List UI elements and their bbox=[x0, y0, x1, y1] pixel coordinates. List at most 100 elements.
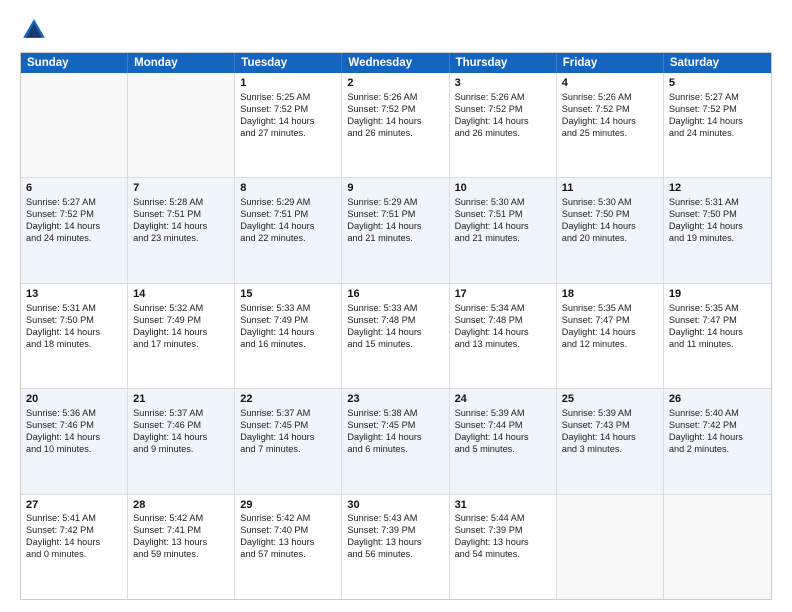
day-cell-8: 8Sunrise: 5:29 AMSunset: 7:51 PMDaylight… bbox=[235, 178, 342, 282]
calendar-body: 1Sunrise: 5:25 AMSunset: 7:52 PMDaylight… bbox=[21, 73, 771, 599]
day-cell-2: 2Sunrise: 5:26 AMSunset: 7:52 PMDaylight… bbox=[342, 73, 449, 177]
day-info: Sunrise: 5:34 AMSunset: 7:48 PMDaylight:… bbox=[455, 303, 551, 351]
day-info: Sunrise: 5:27 AMSunset: 7:52 PMDaylight:… bbox=[669, 92, 766, 140]
day-info: Sunrise: 5:33 AMSunset: 7:49 PMDaylight:… bbox=[240, 303, 336, 351]
day-number: 26 bbox=[669, 392, 766, 407]
day-number: 9 bbox=[347, 181, 443, 196]
day-info: Sunrise: 5:35 AMSunset: 7:47 PMDaylight:… bbox=[562, 303, 658, 351]
day-info: Sunrise: 5:26 AMSunset: 7:52 PMDaylight:… bbox=[562, 92, 658, 140]
day-info: Sunrise: 5:39 AMSunset: 7:44 PMDaylight:… bbox=[455, 408, 551, 456]
day-cell-7: 7Sunrise: 5:28 AMSunset: 7:51 PMDaylight… bbox=[128, 178, 235, 282]
day-number: 28 bbox=[133, 498, 229, 513]
day-info: Sunrise: 5:28 AMSunset: 7:51 PMDaylight:… bbox=[133, 197, 229, 245]
day-cell-26: 26Sunrise: 5:40 AMSunset: 7:42 PMDayligh… bbox=[664, 389, 771, 493]
header-day-thursday: Thursday bbox=[450, 53, 557, 73]
calendar: SundayMondayTuesdayWednesdayThursdayFrid… bbox=[20, 52, 772, 600]
header-day-tuesday: Tuesday bbox=[235, 53, 342, 73]
day-info: Sunrise: 5:29 AMSunset: 7:51 PMDaylight:… bbox=[347, 197, 443, 245]
day-cell-1: 1Sunrise: 5:25 AMSunset: 7:52 PMDaylight… bbox=[235, 73, 342, 177]
header bbox=[20, 16, 772, 44]
day-number: 1 bbox=[240, 76, 336, 91]
day-number: 16 bbox=[347, 287, 443, 302]
day-info: Sunrise: 5:29 AMSunset: 7:51 PMDaylight:… bbox=[240, 197, 336, 245]
day-cell-11: 11Sunrise: 5:30 AMSunset: 7:50 PMDayligh… bbox=[557, 178, 664, 282]
day-number: 8 bbox=[240, 181, 336, 196]
day-cell-17: 17Sunrise: 5:34 AMSunset: 7:48 PMDayligh… bbox=[450, 284, 557, 388]
day-info: Sunrise: 5:30 AMSunset: 7:50 PMDaylight:… bbox=[562, 197, 658, 245]
day-number: 27 bbox=[26, 498, 122, 513]
day-cell-25: 25Sunrise: 5:39 AMSunset: 7:43 PMDayligh… bbox=[557, 389, 664, 493]
day-cell-24: 24Sunrise: 5:39 AMSunset: 7:44 PMDayligh… bbox=[450, 389, 557, 493]
day-number: 5 bbox=[669, 76, 766, 91]
day-number: 29 bbox=[240, 498, 336, 513]
logo bbox=[20, 16, 52, 44]
day-cell-18: 18Sunrise: 5:35 AMSunset: 7:47 PMDayligh… bbox=[557, 284, 664, 388]
day-info: Sunrise: 5:42 AMSunset: 7:41 PMDaylight:… bbox=[133, 513, 229, 561]
day-number: 13 bbox=[26, 287, 122, 302]
calendar-row: 13Sunrise: 5:31 AMSunset: 7:50 PMDayligh… bbox=[21, 283, 771, 388]
day-info: Sunrise: 5:37 AMSunset: 7:45 PMDaylight:… bbox=[240, 408, 336, 456]
header-day-saturday: Saturday bbox=[664, 53, 771, 73]
day-cell-15: 15Sunrise: 5:33 AMSunset: 7:49 PMDayligh… bbox=[235, 284, 342, 388]
day-cell-29: 29Sunrise: 5:42 AMSunset: 7:40 PMDayligh… bbox=[235, 495, 342, 599]
day-number: 31 bbox=[455, 498, 551, 513]
day-info: Sunrise: 5:33 AMSunset: 7:48 PMDaylight:… bbox=[347, 303, 443, 351]
day-number: 4 bbox=[562, 76, 658, 91]
day-info: Sunrise: 5:43 AMSunset: 7:39 PMDaylight:… bbox=[347, 513, 443, 561]
calendar-row: 6Sunrise: 5:27 AMSunset: 7:52 PMDaylight… bbox=[21, 177, 771, 282]
day-cell-22: 22Sunrise: 5:37 AMSunset: 7:45 PMDayligh… bbox=[235, 389, 342, 493]
day-cell-27: 27Sunrise: 5:41 AMSunset: 7:42 PMDayligh… bbox=[21, 495, 128, 599]
calendar-row: 27Sunrise: 5:41 AMSunset: 7:42 PMDayligh… bbox=[21, 494, 771, 599]
day-info: Sunrise: 5:26 AMSunset: 7:52 PMDaylight:… bbox=[347, 92, 443, 140]
day-cell-10: 10Sunrise: 5:30 AMSunset: 7:51 PMDayligh… bbox=[450, 178, 557, 282]
logo-icon bbox=[20, 16, 48, 44]
day-cell-28: 28Sunrise: 5:42 AMSunset: 7:41 PMDayligh… bbox=[128, 495, 235, 599]
day-cell-30: 30Sunrise: 5:43 AMSunset: 7:39 PMDayligh… bbox=[342, 495, 449, 599]
day-number: 14 bbox=[133, 287, 229, 302]
page: SundayMondayTuesdayWednesdayThursdayFrid… bbox=[0, 0, 792, 612]
day-cell-4: 4Sunrise: 5:26 AMSunset: 7:52 PMDaylight… bbox=[557, 73, 664, 177]
day-cell-5: 5Sunrise: 5:27 AMSunset: 7:52 PMDaylight… bbox=[664, 73, 771, 177]
day-number: 18 bbox=[562, 287, 658, 302]
day-info: Sunrise: 5:40 AMSunset: 7:42 PMDaylight:… bbox=[669, 408, 766, 456]
day-number: 11 bbox=[562, 181, 658, 196]
day-info: Sunrise: 5:30 AMSunset: 7:51 PMDaylight:… bbox=[455, 197, 551, 245]
day-cell-12: 12Sunrise: 5:31 AMSunset: 7:50 PMDayligh… bbox=[664, 178, 771, 282]
day-info: Sunrise: 5:38 AMSunset: 7:45 PMDaylight:… bbox=[347, 408, 443, 456]
day-cell-14: 14Sunrise: 5:32 AMSunset: 7:49 PMDayligh… bbox=[128, 284, 235, 388]
day-info: Sunrise: 5:41 AMSunset: 7:42 PMDaylight:… bbox=[26, 513, 122, 561]
day-number: 17 bbox=[455, 287, 551, 302]
day-info: Sunrise: 5:31 AMSunset: 7:50 PMDaylight:… bbox=[26, 303, 122, 351]
day-info: Sunrise: 5:42 AMSunset: 7:40 PMDaylight:… bbox=[240, 513, 336, 561]
day-number: 7 bbox=[133, 181, 229, 196]
calendar-row: 1Sunrise: 5:25 AMSunset: 7:52 PMDaylight… bbox=[21, 73, 771, 177]
day-number: 2 bbox=[347, 76, 443, 91]
day-number: 30 bbox=[347, 498, 443, 513]
empty-cell bbox=[128, 73, 235, 177]
day-number: 19 bbox=[669, 287, 766, 302]
day-info: Sunrise: 5:36 AMSunset: 7:46 PMDaylight:… bbox=[26, 408, 122, 456]
empty-cell bbox=[664, 495, 771, 599]
day-cell-9: 9Sunrise: 5:29 AMSunset: 7:51 PMDaylight… bbox=[342, 178, 449, 282]
day-info: Sunrise: 5:32 AMSunset: 7:49 PMDaylight:… bbox=[133, 303, 229, 351]
day-cell-19: 19Sunrise: 5:35 AMSunset: 7:47 PMDayligh… bbox=[664, 284, 771, 388]
day-cell-20: 20Sunrise: 5:36 AMSunset: 7:46 PMDayligh… bbox=[21, 389, 128, 493]
day-cell-6: 6Sunrise: 5:27 AMSunset: 7:52 PMDaylight… bbox=[21, 178, 128, 282]
day-info: Sunrise: 5:35 AMSunset: 7:47 PMDaylight:… bbox=[669, 303, 766, 351]
empty-cell bbox=[557, 495, 664, 599]
day-info: Sunrise: 5:27 AMSunset: 7:52 PMDaylight:… bbox=[26, 197, 122, 245]
day-number: 24 bbox=[455, 392, 551, 407]
day-number: 6 bbox=[26, 181, 122, 196]
day-info: Sunrise: 5:39 AMSunset: 7:43 PMDaylight:… bbox=[562, 408, 658, 456]
day-cell-16: 16Sunrise: 5:33 AMSunset: 7:48 PMDayligh… bbox=[342, 284, 449, 388]
day-cell-3: 3Sunrise: 5:26 AMSunset: 7:52 PMDaylight… bbox=[450, 73, 557, 177]
day-cell-23: 23Sunrise: 5:38 AMSunset: 7:45 PMDayligh… bbox=[342, 389, 449, 493]
day-info: Sunrise: 5:31 AMSunset: 7:50 PMDaylight:… bbox=[669, 197, 766, 245]
day-number: 23 bbox=[347, 392, 443, 407]
header-day-monday: Monday bbox=[128, 53, 235, 73]
header-day-sunday: Sunday bbox=[21, 53, 128, 73]
header-day-wednesday: Wednesday bbox=[342, 53, 449, 73]
day-info: Sunrise: 5:26 AMSunset: 7:52 PMDaylight:… bbox=[455, 92, 551, 140]
header-day-friday: Friday bbox=[557, 53, 664, 73]
day-cell-21: 21Sunrise: 5:37 AMSunset: 7:46 PMDayligh… bbox=[128, 389, 235, 493]
